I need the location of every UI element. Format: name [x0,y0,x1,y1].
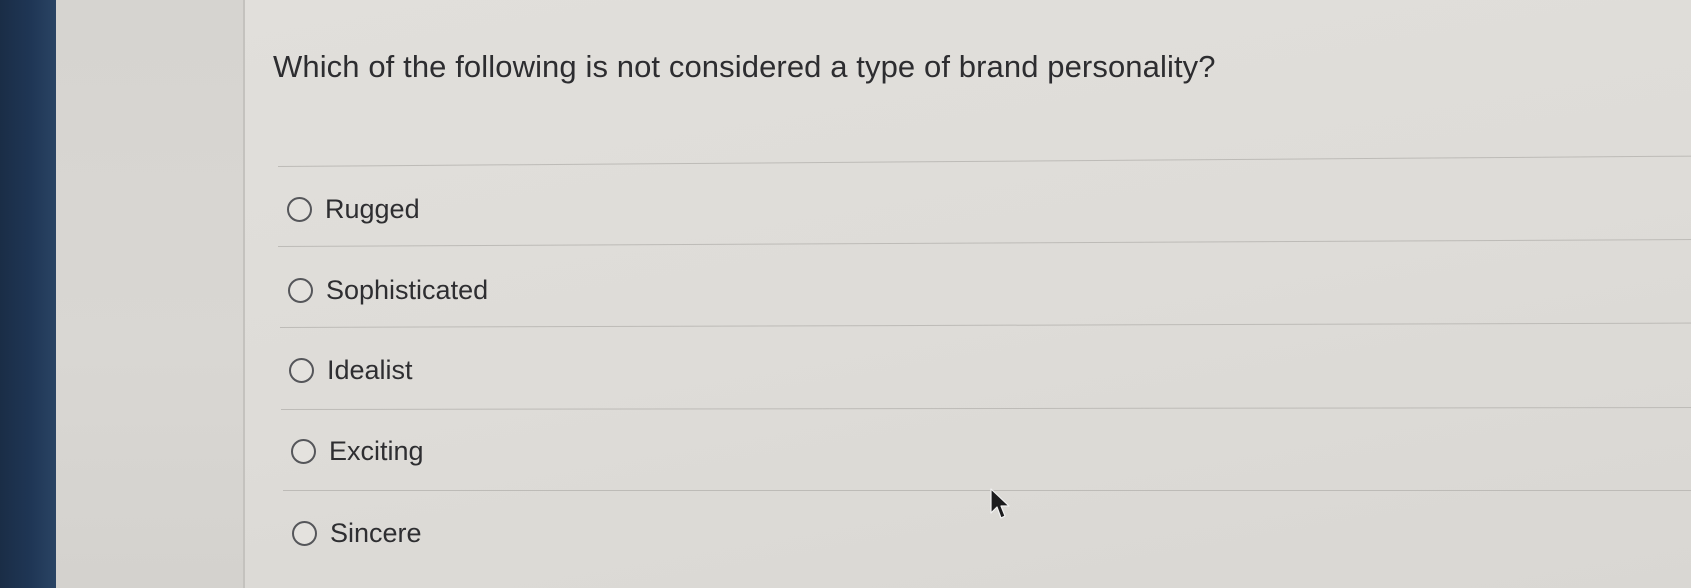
radio-button-icon[interactable] [291,438,316,464]
option-label: Rugged [325,193,420,224]
divider [283,490,1691,491]
option-rugged[interactable]: Rugged [287,189,420,229]
option-idealist[interactable]: Idealist [289,350,413,390]
quiz-question-panel: Which of the following is not considered… [245,0,1691,588]
option-label: Exciting [329,435,424,466]
divider [277,155,1691,167]
divider [279,322,1691,328]
option-label: Sincere [330,517,422,548]
mouse-pointer-icon [990,488,1010,519]
option-exciting[interactable]: Exciting [291,431,424,471]
left-sidebar-pane [56,0,245,588]
radio-button-icon[interactable] [289,357,314,383]
question-text: Which of the following is not considered… [273,49,1216,84]
option-label: Idealist [327,354,413,385]
option-sincere[interactable]: Sincere [292,513,422,553]
option-sophisticated[interactable]: Sophisticated [288,270,488,310]
radio-button-icon[interactable] [287,196,312,222]
option-label: Sophisticated [326,274,489,305]
screen-bezel [0,0,56,588]
radio-button-icon[interactable] [288,277,313,303]
radio-button-icon[interactable] [292,520,317,546]
divider [280,407,1691,410]
divider [277,239,1691,247]
